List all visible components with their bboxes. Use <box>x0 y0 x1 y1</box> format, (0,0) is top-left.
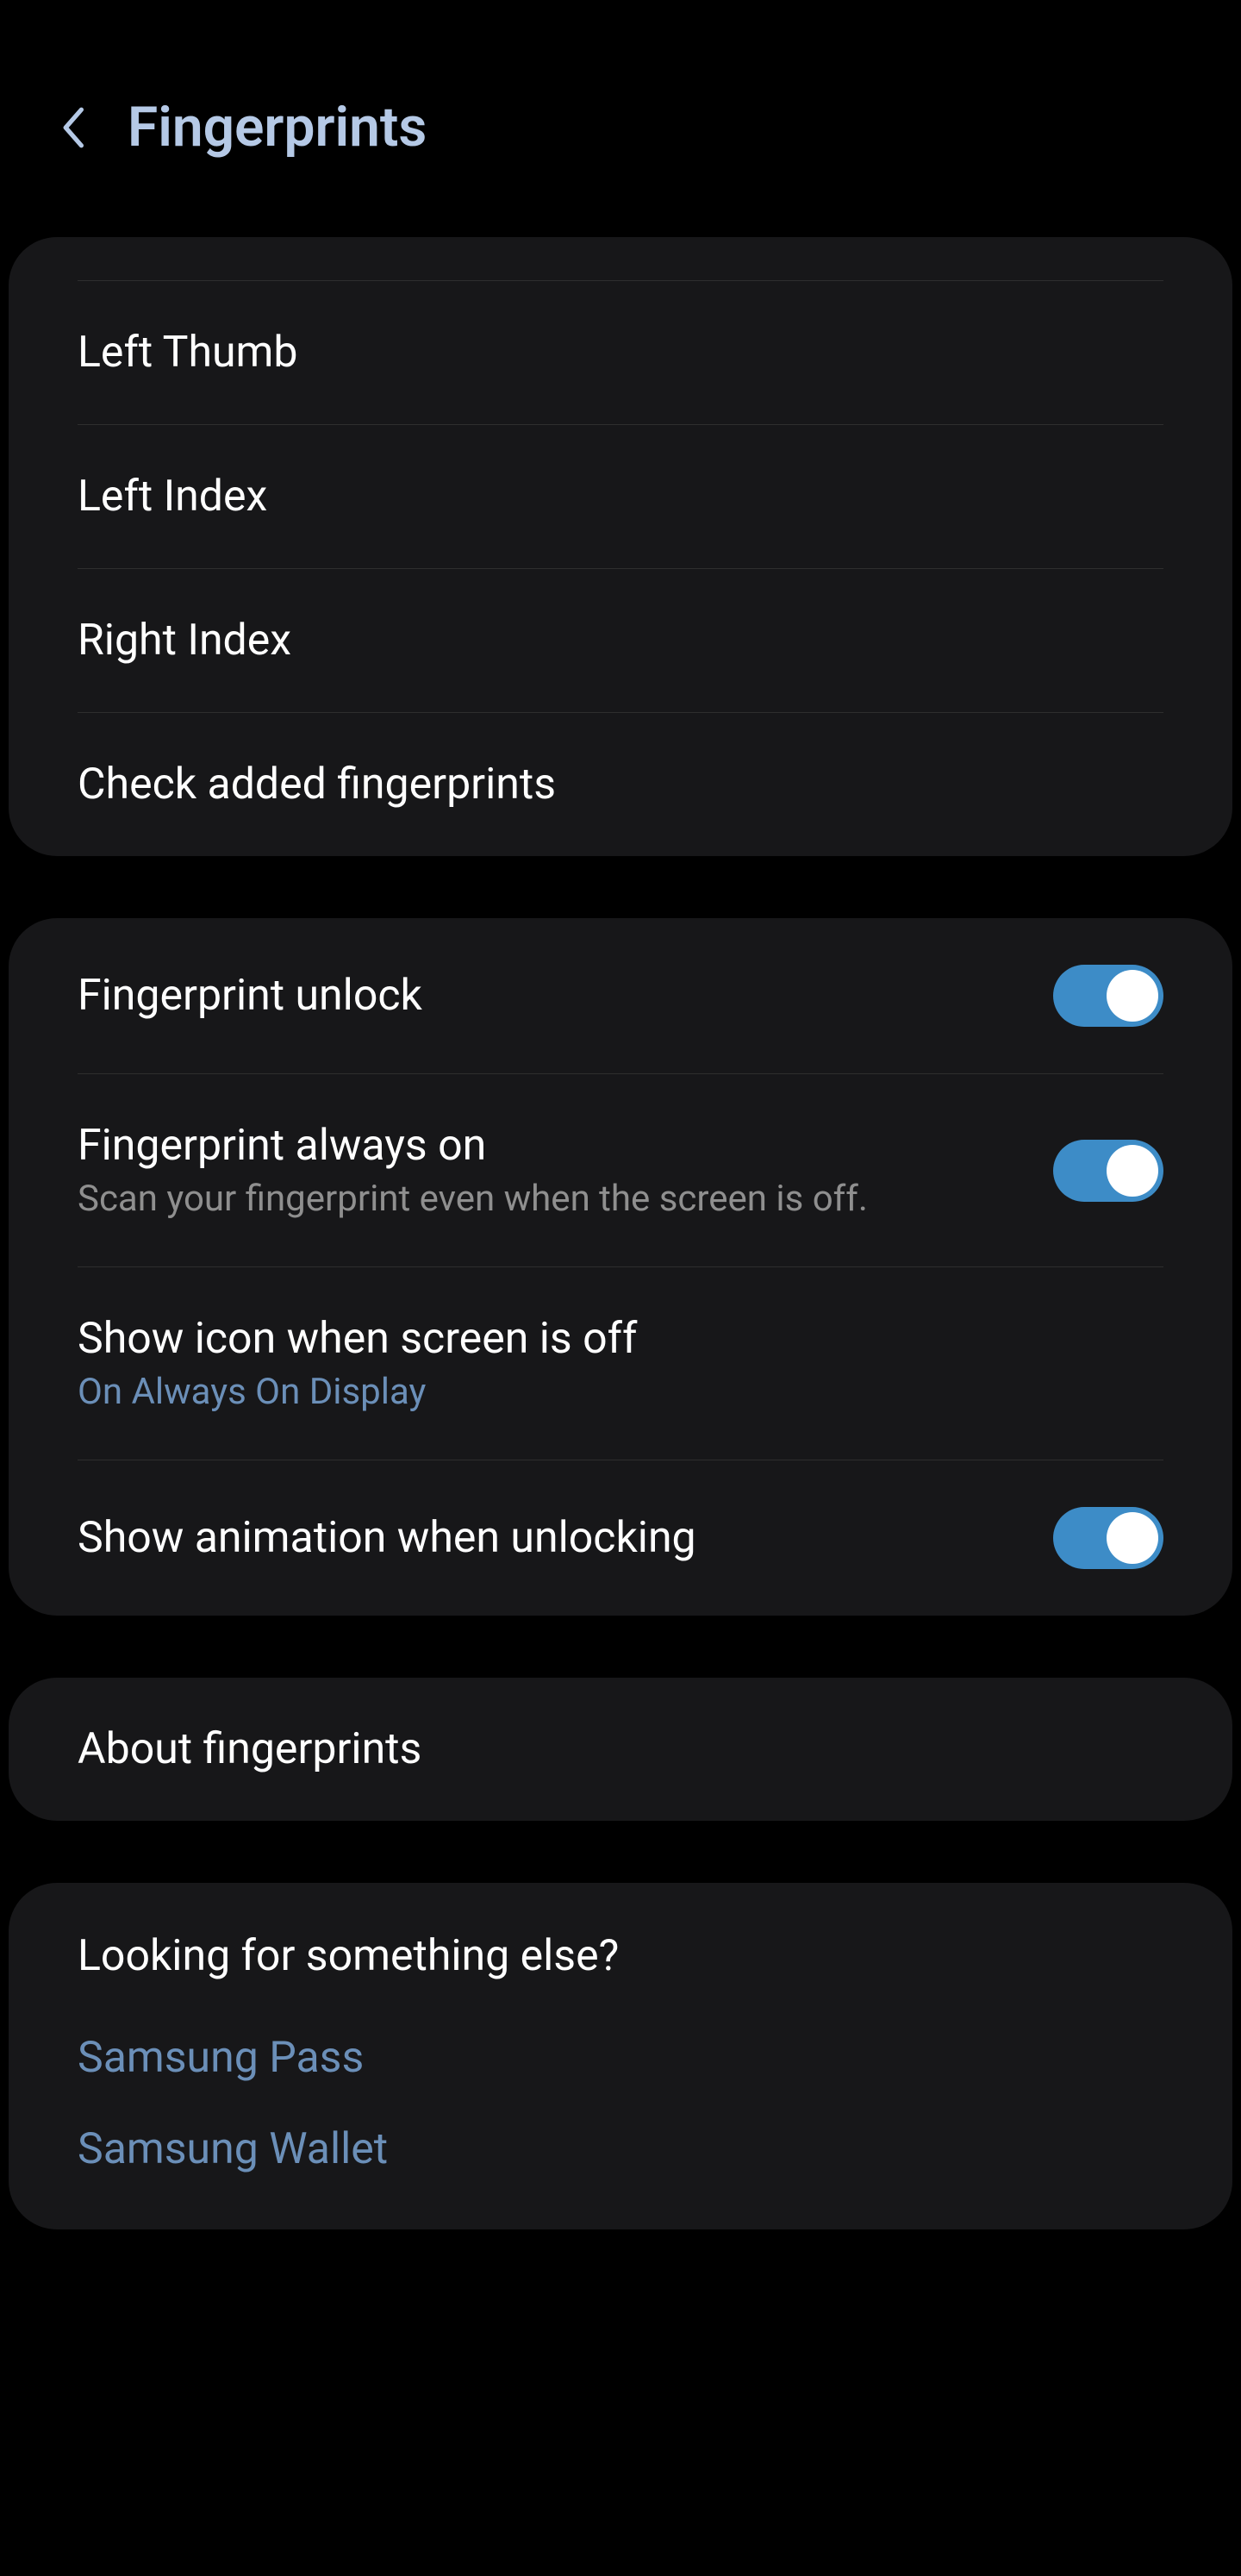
settings-card: Fingerprint unlock Fingerprint always on… <box>9 918 1232 1616</box>
about-fingerprints-row[interactable]: About fingerprints <box>9 1678 1232 1821</box>
show-animation-toggle[interactable] <box>1053 1507 1163 1569</box>
check-fingerprints-label: Check added fingerprints <box>78 760 556 810</box>
show-animation-row[interactable]: Show animation when unlocking <box>9 1460 1232 1616</box>
fingerprint-label: Left Index <box>78 472 267 522</box>
chevron-left-icon <box>59 105 86 150</box>
fingerprint-always-on-toggle[interactable] <box>1053 1140 1163 1202</box>
setting-subtitle: Scan your fingerprint even when the scre… <box>78 1178 868 1220</box>
fingerprints-card: Left Thumb Left Index Right Index Check … <box>9 237 1232 856</box>
fingerprint-label: Right Index <box>78 616 291 666</box>
setting-title: Fingerprint unlock <box>78 971 422 1021</box>
more-card: Looking for something else? Samsung Pass… <box>9 1883 1232 2229</box>
setting-title: Show icon when screen is off <box>78 1314 637 1364</box>
fingerprint-item-left-thumb[interactable]: Left Thumb <box>9 281 1232 424</box>
header: Fingerprints <box>0 0 1241 237</box>
toggle-knob <box>1107 1145 1158 1197</box>
page-title: Fingerprints <box>128 95 427 159</box>
fingerprint-item-right-index[interactable]: Right Index <box>9 569 1232 712</box>
fingerprint-unlock-row[interactable]: Fingerprint unlock <box>9 918 1232 1073</box>
fingerprint-unlock-toggle[interactable] <box>1053 965 1163 1027</box>
back-button[interactable] <box>52 107 93 148</box>
setting-title: Fingerprint always on <box>78 1121 868 1171</box>
fingerprint-item-left-index[interactable]: Left Index <box>9 425 1232 568</box>
about-card: About fingerprints <box>9 1678 1232 1821</box>
show-icon-row[interactable]: Show icon when screen is off On Always O… <box>9 1267 1232 1460</box>
more-header: Looking for something else? <box>9 1883 1232 2012</box>
check-fingerprints-row[interactable]: Check added fingerprints <box>9 713 1232 856</box>
fingerprint-label: Left Thumb <box>78 328 297 378</box>
fingerprint-always-on-row[interactable]: Fingerprint always on Scan your fingerpr… <box>9 1074 1232 1266</box>
toggle-knob <box>1107 970 1158 1022</box>
setting-title: Show animation when unlocking <box>78 1513 696 1563</box>
setting-subtitle: On Always On Display <box>78 1371 637 1413</box>
about-label: About fingerprints <box>78 1724 421 1774</box>
samsung-wallet-link[interactable]: Samsung Wallet <box>9 2104 1232 2195</box>
toggle-knob <box>1107 1512 1158 1564</box>
samsung-pass-link[interactable]: Samsung Pass <box>9 2012 1232 2104</box>
